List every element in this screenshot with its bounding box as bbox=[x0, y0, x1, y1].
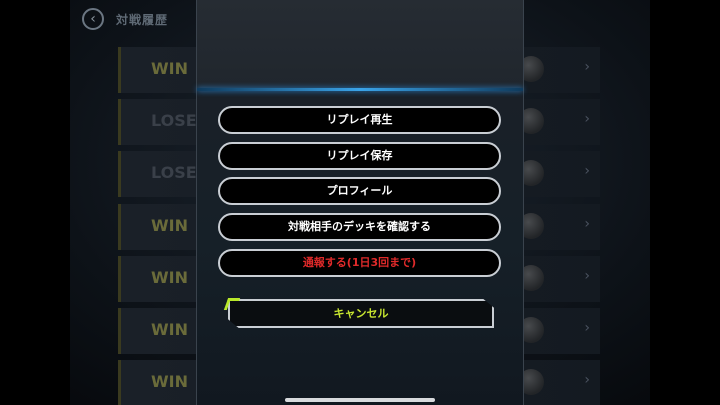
check-opponent-deck-button[interactable]: 対戦相手のデッキを確認する bbox=[218, 213, 501, 241]
replay-play-button[interactable]: リプレイ再生 bbox=[218, 106, 501, 134]
result-label: LOSE bbox=[151, 111, 197, 130]
replay-save-button[interactable]: リプレイ保存 bbox=[218, 142, 501, 170]
result-label: WIN bbox=[151, 268, 188, 287]
cancel-button[interactable]: キャンセル bbox=[228, 299, 494, 328]
chevron-left-icon: ‹ bbox=[90, 11, 96, 27]
page-title: 対戦履歴 bbox=[116, 13, 169, 27]
chevron-right-icon: › bbox=[584, 216, 590, 232]
app-screen: ‹ 対戦履歴 WIN › LOSE › LOSE › WIN › WIN › W… bbox=[0, 0, 720, 405]
chevron-right-icon: › bbox=[584, 59, 590, 75]
back-button[interactable]: ‹ bbox=[82, 8, 104, 30]
letterbox-left bbox=[0, 0, 70, 405]
chevron-right-icon: › bbox=[584, 111, 590, 127]
modal-header-area bbox=[197, 0, 523, 89]
letterbox-right bbox=[650, 0, 720, 405]
action-menu-modal: リプレイ再生 リプレイ保存 プロフィール 対戦相手のデッキを確認する 通報する(… bbox=[196, 0, 524, 405]
chevron-right-icon: › bbox=[584, 163, 590, 179]
chevron-right-icon: › bbox=[584, 320, 590, 336]
profile-button[interactable]: プロフィール bbox=[218, 177, 501, 205]
result-label: WIN bbox=[151, 59, 188, 78]
chevron-right-icon: › bbox=[584, 268, 590, 284]
result-label: WIN bbox=[151, 320, 188, 339]
result-label: WIN bbox=[151, 216, 188, 235]
result-label: WIN bbox=[151, 372, 188, 391]
home-indicator bbox=[285, 398, 435, 402]
result-label: LOSE bbox=[151, 163, 197, 182]
report-button[interactable]: 通報する(1日3回まで) bbox=[218, 249, 501, 277]
chevron-right-icon: › bbox=[584, 372, 590, 388]
modal-divider bbox=[197, 88, 523, 91]
